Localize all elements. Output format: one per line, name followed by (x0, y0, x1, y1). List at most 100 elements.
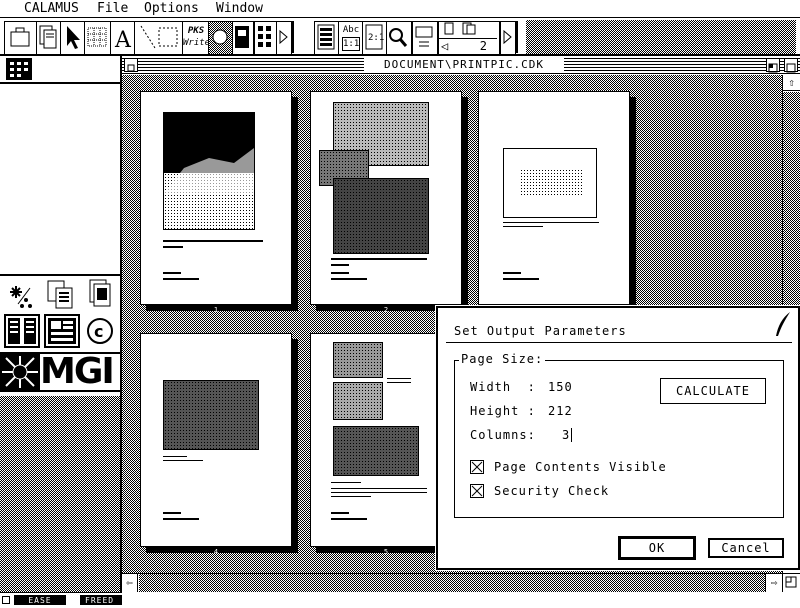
page-thumbnail[interactable]: 1 (140, 91, 292, 314)
page-list-button[interactable] (4, 314, 40, 348)
arrow-tool-button[interactable] (60, 21, 86, 55)
checkbox-x-icon (471, 461, 483, 473)
columns-input[interactable]: 3 (562, 428, 573, 442)
layout-button[interactable] (44, 314, 80, 348)
page-number-label: 4 (213, 548, 219, 556)
copyright-icon: c (87, 318, 113, 344)
horizontal-scroll-track[interactable] (139, 574, 765, 592)
page-thumbnail[interactable]: 4 (140, 333, 292, 556)
menu-window[interactable]: Window (216, 0, 263, 18)
document-title-bar[interactable]: DOCUMENT\PRINTPIC.CDK (122, 56, 800, 74)
scroll-left-icon[interactable]: ⇦ (122, 574, 138, 592)
magnify-button[interactable] (386, 21, 412, 55)
cancel-button[interactable]: Cancel (708, 538, 784, 558)
write-label: Write (183, 38, 211, 48)
list-icon (258, 26, 271, 47)
width-row: Width : 150 (470, 380, 573, 394)
page-image (163, 380, 259, 450)
page-image (333, 382, 383, 420)
raster-tool-button[interactable] (208, 21, 234, 55)
copy-tool-button[interactable] (44, 278, 80, 312)
page-prev-icon[interactable]: ◁ (441, 39, 448, 53)
menu-calamus[interactable]: CALAMUS (24, 0, 79, 18)
chevron-right-icon (279, 29, 288, 45)
page-zoom-button[interactable]: 2:1 (362, 21, 388, 55)
document-title: DOCUMENT\PRINTPIC.CDK (364, 58, 564, 72)
text-tool-button[interactable]: A (110, 21, 136, 55)
palette-button[interactable] (232, 21, 254, 55)
frame-tool-button[interactable] (4, 21, 38, 55)
zoom-ratio-button[interactable]: Abc 1:1 (338, 21, 364, 55)
panel-header-button[interactable] (6, 58, 32, 80)
scroll-up-icon[interactable]: ⇧ (783, 75, 800, 91)
scroll-right-icon[interactable]: ⇨ (765, 574, 782, 592)
panel-divider-2 (0, 274, 120, 276)
toolbar-arrow-button[interactable] (276, 21, 292, 55)
pks-write-button[interactable]: PKS Write (182, 21, 210, 55)
page-next-button[interactable] (500, 21, 516, 55)
grid-list-icon (10, 62, 28, 77)
briefcase-icon (10, 27, 30, 47)
grid-icon (87, 27, 107, 47)
magnifier-icon (389, 28, 408, 47)
page-image (163, 112, 255, 230)
menu-file[interactable]: File (97, 0, 128, 18)
document-stack-icon (39, 25, 57, 49)
toolbar-background (526, 20, 796, 54)
width-label: Width : (470, 380, 536, 394)
panel-empty-area (0, 396, 120, 592)
page-insert-button[interactable] (412, 21, 438, 55)
security-check-checkbox[interactable] (470, 484, 484, 498)
ok-button[interactable]: OK (618, 536, 696, 560)
menu-bar: CALAMUS File Options Window (0, 0, 800, 18)
security-check-label: Security Check (494, 484, 610, 498)
page-next-icon (503, 29, 512, 45)
text-tool-label: Abc (342, 25, 360, 35)
sparkle-icon (10, 286, 32, 308)
line-tool-icon (140, 25, 178, 49)
zoom-ratio-label: 1:1 (342, 37, 360, 51)
page-image (333, 342, 383, 378)
calculate-button[interactable]: CALCULATE (660, 378, 766, 404)
width-value[interactable]: 150 (548, 380, 573, 394)
left-tool-panel: c MGI (0, 56, 122, 592)
page-image (333, 426, 419, 476)
dialog-title: Set Output Parameters (454, 324, 627, 338)
columns-row: Columns: 3 (470, 428, 573, 442)
height-row: Height : 212 (470, 404, 573, 418)
page-layout-button[interactable] (314, 21, 340, 55)
page-thumbnail[interactable]: 3 (478, 91, 630, 314)
resize-icon[interactable] (782, 573, 800, 592)
set-output-dialog: Set Output Parameters Page Size: Width :… (436, 306, 800, 570)
close-icon[interactable] (124, 58, 138, 72)
copy-pages-icon (47, 280, 73, 309)
spray-tool-button[interactable] (4, 278, 40, 312)
toolbar: A PKS Write Abc 1:1 2:1 ◁ 2 (0, 18, 800, 56)
page-size-label: Page Size: (459, 352, 546, 366)
copyright-button[interactable]: c (84, 314, 120, 348)
frame-list-button[interactable] (254, 21, 278, 55)
module-button[interactable] (36, 21, 62, 55)
spray-icon (212, 29, 228, 45)
svg-text:c: c (94, 322, 103, 341)
fuller-icon[interactable] (766, 58, 780, 73)
page-number[interactable]: 2 (480, 39, 487, 53)
page-contents-checkbox[interactable] (470, 460, 484, 474)
page-thumbnail[interactable]: 2 (310, 91, 462, 314)
checkbox-x-icon (471, 485, 483, 497)
panel-divider (0, 82, 120, 84)
stack-tool-button[interactable] (84, 278, 120, 312)
mgi-logo-text: MGI (40, 351, 115, 392)
letter-a-icon: A (114, 28, 132, 52)
page-contents-label: Page Contents Visible (494, 460, 667, 474)
grid-tool-button[interactable] (84, 21, 112, 55)
page-navigator: ◁ 2 (438, 21, 500, 55)
height-value[interactable]: 212 (548, 404, 573, 418)
menu-options[interactable]: Options (144, 0, 199, 18)
full-screen-icon[interactable] (784, 58, 798, 73)
horizontal-scrollbar[interactable]: ⇦ ⇨ (122, 573, 782, 592)
arrow-pointer-icon (67, 26, 80, 49)
status-right: FREED (80, 595, 122, 605)
status-box-icon (2, 596, 10, 604)
line-tool-button[interactable] (134, 21, 184, 55)
